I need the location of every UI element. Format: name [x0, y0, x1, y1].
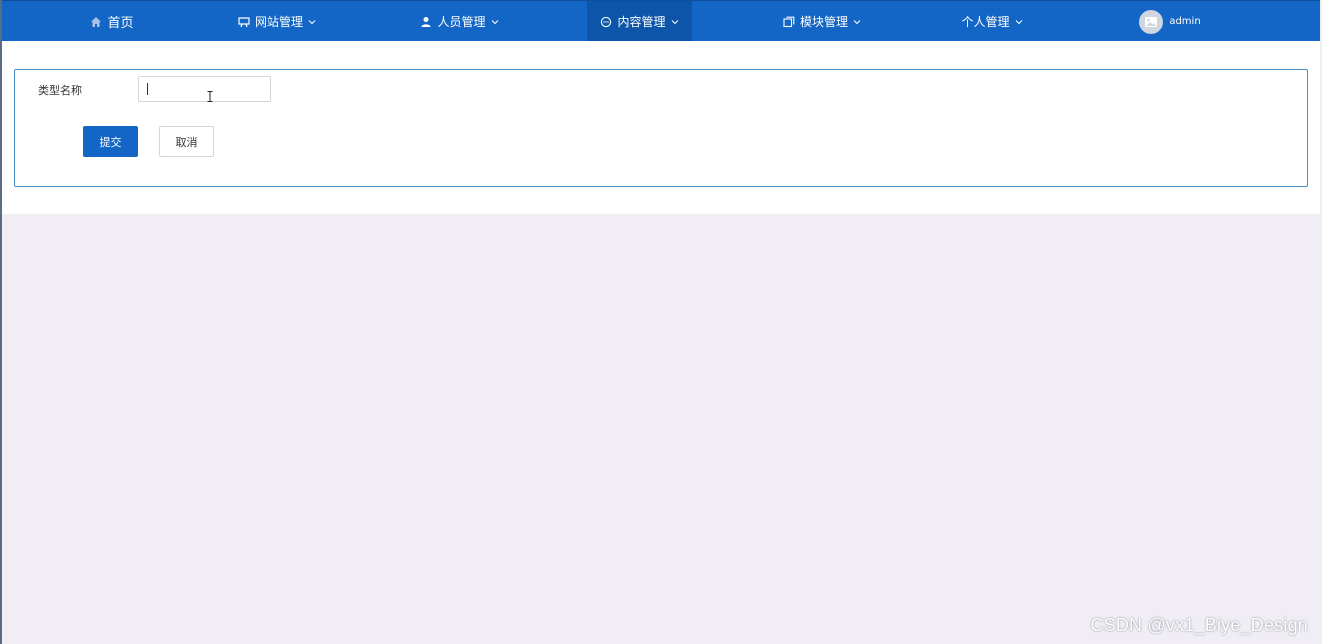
user-menu[interactable]: admin	[1130, 1, 1210, 42]
type-name-input[interactable]	[138, 76, 271, 102]
user-name: admin	[1169, 16, 1201, 27]
nav-item-content-management[interactable]: 内容管理	[587, 1, 692, 42]
avatar-image-icon	[1144, 15, 1158, 29]
home-icon	[90, 16, 102, 28]
chevron-down-icon	[853, 18, 861, 26]
chevron-down-icon	[1015, 18, 1023, 26]
type-form: 类型名称 提交 取消	[14, 69, 1308, 187]
submit-button[interactable]: 提交	[83, 126, 138, 157]
text-caret	[147, 83, 148, 95]
person-icon	[420, 16, 432, 28]
chevron-down-icon	[491, 18, 499, 26]
nav-item-label: 网站管理	[254, 15, 303, 29]
ibeam-cursor-icon	[207, 87, 213, 102]
nav-item-personal-management[interactable]: 个人管理	[952, 1, 1032, 42]
nav-item-label: 个人管理	[961, 15, 1010, 29]
content-area: 类型名称 提交 取消	[2, 41, 1320, 214]
cancel-button[interactable]: 取消	[159, 126, 214, 157]
nav-item-home[interactable]: 首页	[77, 1, 147, 42]
nav-item-personnel-management[interactable]: 人员管理	[407, 1, 512, 42]
type-name-label: 类型名称	[38, 84, 82, 97]
chevron-down-icon	[308, 18, 316, 26]
message-icon	[600, 16, 612, 28]
avatar	[1139, 9, 1164, 34]
website-icon	[238, 16, 250, 28]
nav-item-website-management[interactable]: 网站管理	[227, 1, 327, 42]
nav-item-label: 模块管理	[799, 15, 848, 29]
watermark: CSDN @vx1_Biye_Design	[1090, 615, 1308, 635]
top-navigation-bar: 首页 网站管理 人员管理 内容管理 模块管理 个人管理 admin	[2, 0, 1320, 42]
chevron-down-icon	[671, 18, 679, 26]
nav-item-label: 首页	[107, 16, 134, 31]
nav-item-label: 人员管理	[437, 15, 486, 29]
module-icon	[783, 16, 795, 28]
nav-item-module-management[interactable]: 模块管理	[772, 1, 872, 42]
nav-item-label: 内容管理	[617, 15, 666, 29]
